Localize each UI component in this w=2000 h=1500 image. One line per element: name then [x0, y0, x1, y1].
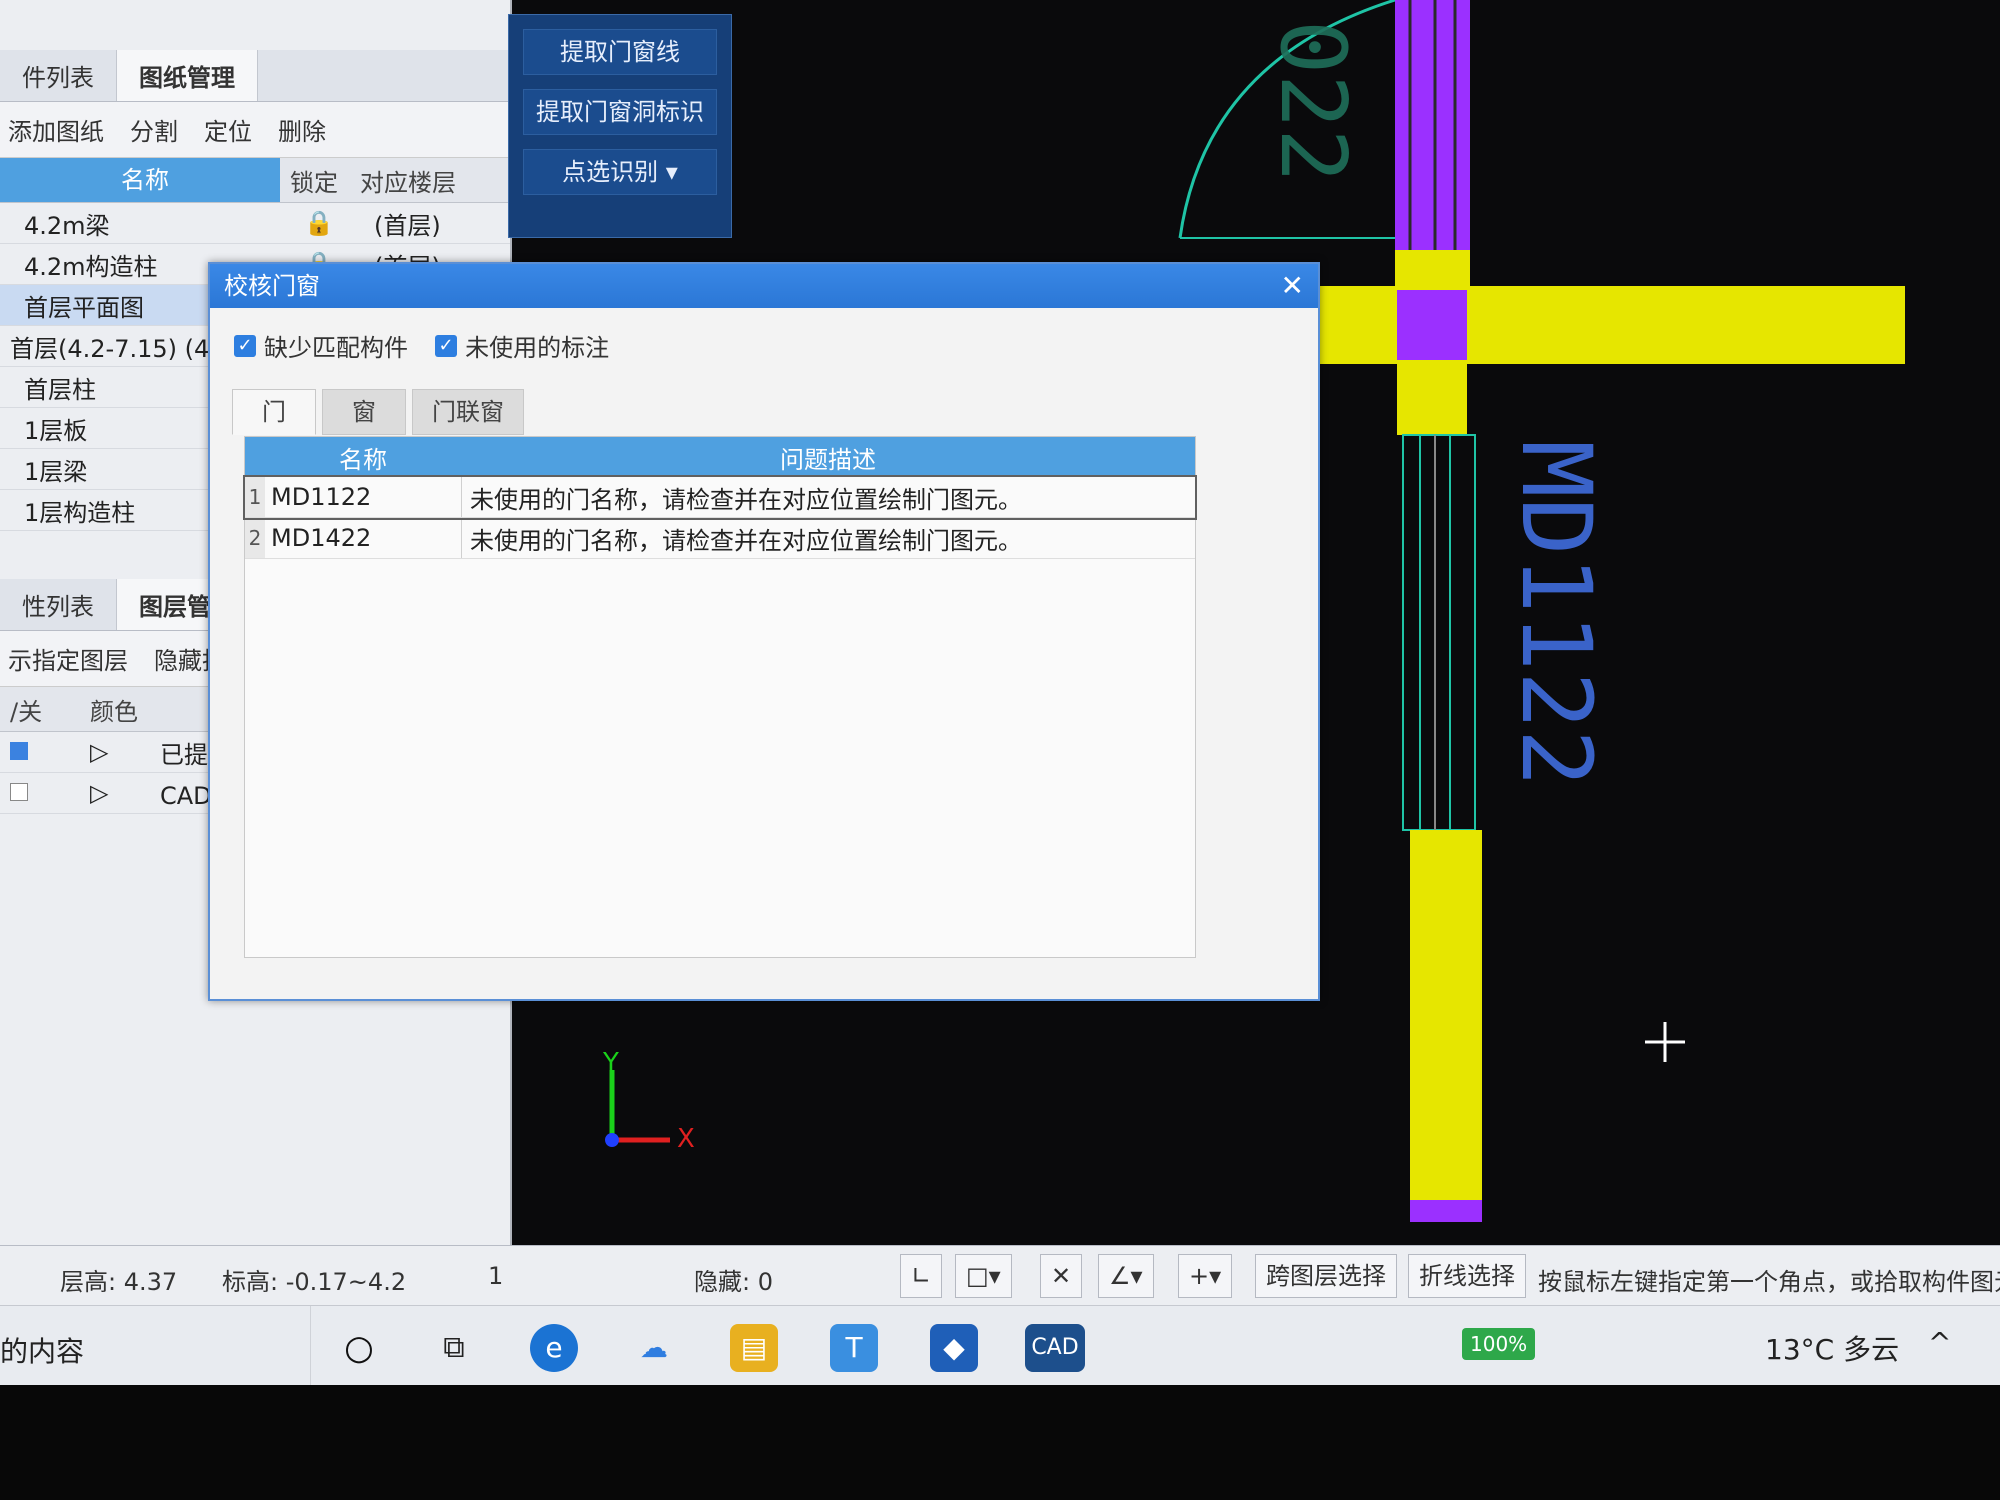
table-row[interactable]: 2 MD1422 未使用的门名称，请检查并在对应位置绘制门图元。	[245, 518, 1195, 559]
search-box-text[interactable]: 的内容	[0, 1330, 84, 1370]
hidden-count: 隐藏: 0	[694, 1268, 773, 1296]
row-description: 未使用的门名称，请检查并在对应位置绘制门图元。	[470, 526, 1022, 555]
door-window-tool-panel: 提取门窗线 提取门窗洞标识 点选识别 ▾	[508, 14, 732, 238]
tab-door[interactable]: 门	[232, 389, 316, 435]
tab-property-list[interactable]: 性列表	[0, 579, 117, 630]
col-name: 名称	[339, 445, 387, 474]
command-hint: 按鼠标左键指定第一个角点，或拾取构件图元	[1538, 1268, 2000, 1296]
problem-table: 名称 问题描述 1 MD1122 未使用的门名称，请检查并在对应位置绘制门图元。…	[243, 436, 1197, 958]
axis-y-label: Y	[603, 1048, 619, 1078]
extract-door-window-lines-button[interactable]: 提取门窗线	[523, 29, 717, 75]
show-layer-option[interactable]: 示指定图层	[8, 641, 128, 676]
baidu-netdisk-icon[interactable]: ☁	[630, 1324, 678, 1372]
selection-count: 1	[488, 1262, 504, 1290]
cad-label-md1122: MD1122	[1500, 440, 1612, 787]
check-door-window-dialog: 校核门窗 ✕ ✓ 缺少匹配构件 ✓ 未使用的标注 门 窗 门联窗 名称 问题描述 1…	[208, 262, 1320, 1001]
cross-icon[interactable]: ✕	[1040, 1254, 1083, 1298]
cross-layer-select-button[interactable]: 跨图层选择	[1255, 1254, 1397, 1298]
column-purple	[1397, 290, 1467, 360]
monitor-bezel	[0, 1385, 2000, 1500]
tab-window[interactable]: 窗	[322, 389, 406, 435]
status-bar: 层高: 4.37 标高: -0.17~4.2 1 隐藏: 0 ∟ □▾ ✕ ∠▾…	[0, 1245, 2000, 1306]
windows-taskbar: 的内容 ○ ⧉ e ☁ ▤ T ◆ CAD 100% 13°C 多云 ^	[0, 1305, 2000, 1386]
layer-checkbox[interactable]	[0, 779, 80, 807]
extract-opening-labels-button[interactable]: 提取门窗洞标识	[523, 89, 717, 135]
dialog-title: 校核门窗	[224, 272, 320, 300]
col-toggle: /关	[10, 697, 43, 726]
text-app-icon[interactable]: T	[830, 1324, 878, 1372]
locate-button[interactable]: 定位	[204, 112, 252, 147]
box-select-icon[interactable]: □▾	[955, 1254, 1012, 1298]
close-icon[interactable]: ✕	[1281, 264, 1304, 308]
row-description: 未使用的门名称，请检查并在对应位置绘制门图元。	[470, 485, 1022, 514]
drawing-toolbar: 添加图纸 分割 定位 删除	[0, 102, 510, 158]
chevron-down-icon: ▾	[665, 158, 678, 186]
cad-app-icon[interactable]: CAD	[1025, 1324, 1085, 1372]
tab-component-list[interactable]: 件列表	[0, 50, 117, 101]
split-button[interactable]: 分割	[130, 112, 178, 147]
table-row[interactable]: 1 MD1122 未使用的门名称，请检查并在对应位置绘制门图元。	[243, 475, 1197, 520]
task-view-icon[interactable]: ⧉	[430, 1324, 478, 1372]
battery-indicator[interactable]: 100%	[1462, 1328, 1536, 1360]
point-select-label: 点选识别	[562, 158, 659, 186]
col-lock: 锁定	[290, 168, 338, 197]
tab-drawing-management[interactable]: 图纸管理	[117, 50, 258, 101]
row-name: MD1422	[265, 518, 462, 558]
elevation: 标高: -0.17~4.2	[222, 1268, 407, 1296]
layer-checkbox[interactable]	[0, 738, 80, 766]
orthogonal-icon[interactable]: ∟	[900, 1254, 943, 1298]
door-opening	[1402, 434, 1476, 831]
row-name: MD1122	[265, 477, 462, 517]
angle-icon[interactable]: ∠▾	[1098, 1254, 1154, 1298]
col-description: 问题描述	[780, 445, 876, 474]
row-index: 1	[245, 477, 265, 517]
col-color: 颜色	[90, 697, 138, 726]
problem-table-header: 名称 问题描述	[245, 437, 1195, 477]
tab-door-window-combo[interactable]: 门联窗	[412, 389, 524, 435]
lock-icon[interactable]: 🔒	[294, 209, 364, 237]
check-icon: ✓	[234, 334, 256, 357]
floor-height: 层高: 4.37	[60, 1268, 178, 1296]
unused-label-checkbox[interactable]: ✓ 未使用的标注	[435, 328, 609, 363]
add-drawing-button[interactable]: 添加图纸	[8, 112, 104, 147]
wall-horizontal	[1305, 286, 1905, 364]
weather-widget[interactable]: 13°C 多云	[1765, 1328, 1899, 1368]
glodon-app-icon[interactable]: ◆	[930, 1324, 978, 1372]
point-select-recognize-button[interactable]: 点选识别 ▾	[523, 149, 717, 195]
dialog-titlebar[interactable]: 校核门窗 ✕	[210, 264, 1318, 308]
polyline-select-button[interactable]: 折线选择	[1408, 1254, 1526, 1298]
row-name: 4.2m梁	[24, 211, 110, 240]
check-icon: ✓	[435, 334, 458, 357]
row-floor: (首层)	[374, 211, 441, 240]
row-index: 2	[245, 518, 265, 558]
wall-vertical	[1410, 830, 1482, 1200]
file-explorer-icon[interactable]: ▤	[730, 1324, 778, 1372]
checkbox-label: 未使用的标注	[465, 334, 610, 362]
col-floor: 对应楼层	[360, 168, 456, 197]
expand-icon[interactable]: ▷	[80, 738, 150, 766]
delete-button[interactable]: 删除	[278, 112, 326, 147]
expand-icon[interactable]: ▷	[80, 779, 150, 807]
cad-label-partial: 022	[1260, 20, 1365, 183]
drawing-row[interactable]: 4.2m梁 🔒 (首层)	[0, 203, 510, 244]
offset-icon[interactable]: +▾	[1178, 1254, 1233, 1298]
edge-icon[interactable]: e	[530, 1324, 578, 1372]
checkbox-label: 缺少匹配构件	[264, 334, 408, 362]
col-name: 名称	[0, 158, 280, 202]
missing-match-checkbox[interactable]: ✓ 缺少匹配构件	[234, 328, 408, 363]
column-top	[1395, 0, 1470, 250]
drawing-table-header: 名称 锁定 对应楼层	[0, 158, 510, 203]
chevron-up-icon[interactable]: ^	[1928, 1326, 1951, 1359]
cortana-icon[interactable]: ○	[335, 1324, 383, 1372]
axis-x-label: X	[677, 1124, 695, 1154]
